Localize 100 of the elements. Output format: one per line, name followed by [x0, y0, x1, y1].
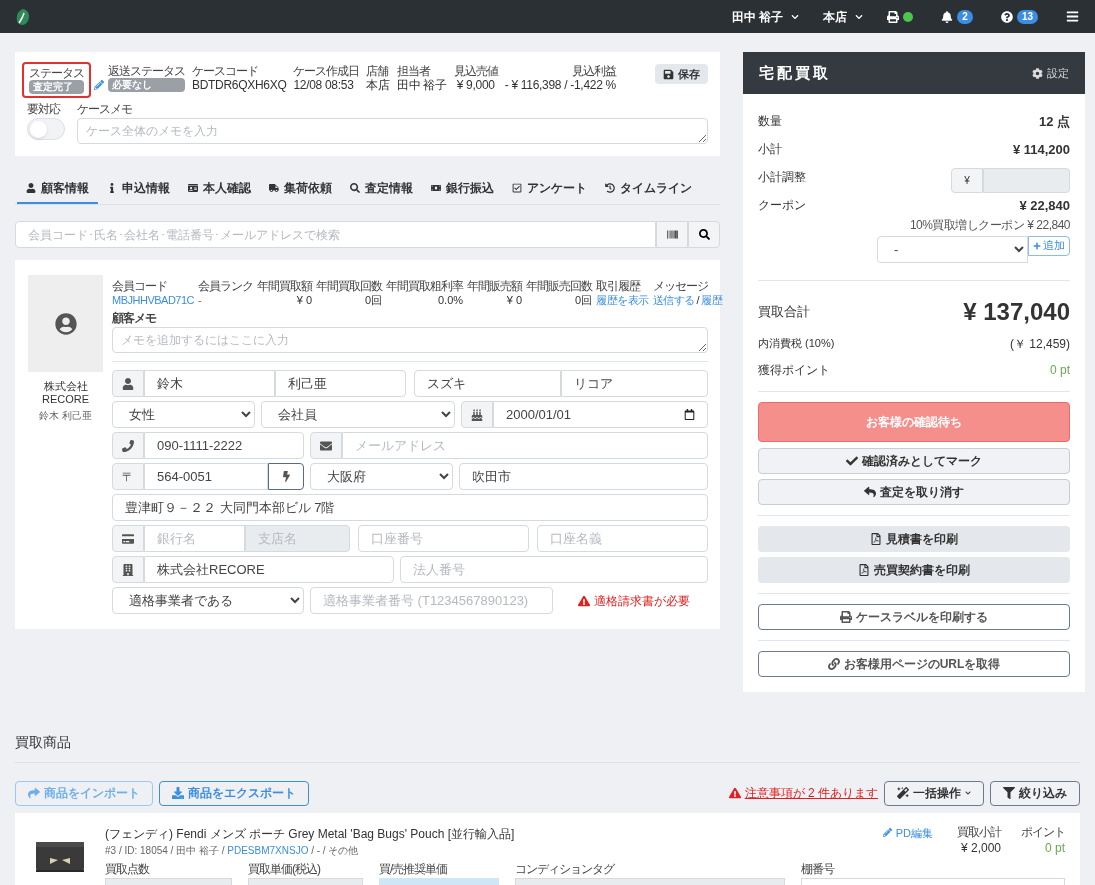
search-field[interactable]: 会員コード･氏名･会社名･電話番号･メールアドレスで検索 — [15, 221, 656, 248]
edit-link[interactable]: PD編集 — [882, 824, 933, 841]
item-code-link[interactable]: PDESBM7XNSJO — [227, 844, 309, 856]
total-label: 買取合計 — [758, 302, 810, 321]
tab[interactable]: 顧客情報 — [17, 174, 98, 204]
field-label: 買取点数 — [105, 861, 151, 876]
return-status-badge: 必要なし — [108, 78, 185, 92]
text-field[interactable]: 法人番号 — [400, 556, 708, 583]
field-label: 返送ステータス — [108, 64, 185, 78]
tab[interactable]: 査定情報 — [341, 174, 422, 204]
summary-label: 小計調整 — [758, 169, 806, 186]
text-field[interactable]: 口座名義 — [537, 525, 708, 552]
settings-button[interactable]: 設定 — [1032, 64, 1069, 82]
get-url-button[interactable]: お客様用ページのURLを取得 — [758, 650, 1070, 677]
stat-value: - — [198, 293, 203, 307]
text-field[interactable]: スズキ — [414, 370, 561, 397]
field-label: 年間販売回数 — [526, 279, 593, 293]
field-value: 12/08 08:53 — [293, 78, 355, 92]
field-label: 会員ランク — [198, 279, 254, 293]
cancel-assessment-button[interactable]: 査定を取り消す — [758, 478, 1070, 505]
stat-value: 0回 — [364, 293, 383, 307]
summary-value: 12 点 — [1038, 113, 1070, 131]
text-field[interactable]: 適格事業者番号 (T1234567890123) — [310, 587, 553, 614]
summary-value: ¥ 22,840 — [1019, 197, 1070, 215]
field-label: メッセージ — [652, 279, 709, 293]
field-label: 担当者 — [396, 64, 432, 78]
user-menu[interactable]: 田中 裕子 — [731, 7, 800, 26]
text-field[interactable]: 口座番号 — [358, 525, 529, 552]
store-menu[interactable]: 本店 — [823, 7, 864, 26]
send-message-link[interactable]: 送信する — [652, 293, 695, 307]
field-label: 会員コード — [112, 279, 168, 293]
count-badge: 13 — [1016, 9, 1038, 24]
coupon-select[interactable]: - — [877, 235, 1028, 263]
status-badge: 査定完了 — [29, 80, 84, 94]
field-label: ケース作成日 — [293, 64, 360, 78]
field-label: 要対応 — [27, 102, 62, 116]
text-field[interactable]: 吹田市 — [459, 463, 708, 490]
filter-button[interactable]: 絞り込み — [990, 780, 1080, 806]
summary-label: クーポン — [758, 197, 806, 214]
stat-link[interactable]: 履歴を表示 — [596, 293, 649, 307]
summary-value: ¥ 114,200 — [1012, 141, 1070, 159]
field-label: 年間買取粗利率 — [386, 279, 464, 293]
summary-label: 数量 — [758, 113, 782, 130]
tab[interactable]: タイムライン — [596, 174, 701, 204]
tab[interactable]: アンケート — [503, 174, 596, 204]
memo-field[interactable]: ケース全体のメモを入力 — [77, 118, 708, 144]
text-field[interactable]: 564-0051 — [144, 463, 268, 490]
select-field[interactable]: 大阪府 — [310, 463, 453, 490]
field-label: ケースコード — [192, 64, 259, 78]
print-estimate-button[interactable]: 見積書を印刷 — [758, 525, 1070, 552]
tab[interactable]: 集荷依頼 — [260, 174, 341, 204]
field-label: 見込利益 — [571, 64, 616, 78]
separator-text: / — [696, 293, 700, 307]
field-label: 顧客メモ — [112, 311, 158, 325]
field-value: 本店 — [366, 78, 390, 92]
stat-link[interactable]: MBJHHVBAD71C — [112, 293, 195, 307]
customer-memo-field[interactable]: メモを追加するにはここに入力 — [112, 327, 708, 353]
text-field[interactable]: 090-1111-2222 — [144, 432, 304, 459]
item-points: 0 pt — [1045, 839, 1065, 857]
stat-value: ¥ 0 — [296, 293, 313, 307]
field-label: 店舗 — [366, 64, 390, 78]
field-label: コンディションタグ — [515, 861, 616, 876]
field-value: - ¥ 116,398 / -1,422 % — [504, 78, 616, 92]
add-coupon-button[interactable]: 追加 — [1028, 235, 1070, 256]
warning-text: 適格請求書が必要 — [559, 591, 708, 610]
text-field[interactable]: 利己亜 — [275, 370, 406, 397]
item-meta: #3 / ID: 18054 / 田中 裕子 / PDESBM7XNSJO / - / その他 — [105, 843, 360, 858]
save-button[interactable]: 保存 — [655, 64, 708, 84]
field-label: 年間販売額 — [467, 279, 523, 293]
text-field[interactable]: 銀行名 — [144, 525, 245, 552]
text-field[interactable]: 豊津町９－２２ 大同門本部ビル 7階 — [112, 494, 708, 521]
select-field[interactable]: 女性 — [112, 401, 255, 428]
print-label-button[interactable]: ケースラベルを印刷する — [758, 603, 1070, 630]
tab[interactable]: 申込情報 — [98, 174, 179, 204]
field-label: 年間買取額 — [257, 279, 313, 293]
text-field[interactable]: メールアドレス — [342, 432, 708, 459]
warning-link[interactable]: 注意事項が 2 件あります — [728, 784, 878, 802]
tab[interactable]: 本人確認 — [179, 174, 260, 204]
customer-name: 鈴木 利己亜 — [39, 409, 92, 423]
select-field[interactable]: 適格事業者である — [112, 587, 304, 614]
print-contract-button[interactable]: 売買契約書を印刷 — [758, 556, 1070, 583]
text-field[interactable]: リコア — [561, 370, 708, 397]
text-field[interactable]: 鈴木 — [144, 370, 275, 397]
field-value: BDTDR6QXH6XQ — [192, 78, 287, 92]
tab[interactable]: 銀行振込 — [422, 174, 503, 204]
field-label: 年間買取回数 — [316, 279, 383, 293]
item-subtotal: ¥ 2,000 — [960, 839, 1001, 857]
count-badge: 2 — [957, 9, 973, 24]
status-banner: お客様の確認待ち — [758, 401, 1070, 442]
date-field[interactable]: 2000/01/01 — [493, 401, 708, 428]
message-history-link[interactable]: 履歴 — [701, 293, 723, 307]
currency-addon: ¥ — [951, 168, 983, 193]
summary-label: 小計 — [758, 141, 782, 158]
bulk-actions-button[interactable]: 一括操作 — [884, 780, 984, 806]
section-title: 買取商品 — [15, 733, 71, 750]
mark-confirmed-button[interactable]: 確認済みとしてマーク — [758, 447, 1070, 474]
select-field[interactable]: 会社員 — [261, 401, 455, 428]
text-field[interactable]: 株式会社RECORE — [144, 556, 394, 583]
summary-label: 獲得ポイント — [758, 361, 830, 379]
field-label: 買取単価(税込) — [248, 861, 322, 876]
